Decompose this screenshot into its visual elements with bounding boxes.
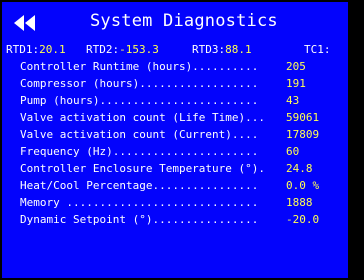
tc1-label: TC1: (304, 43, 331, 56)
list-item-memory: Memory ............................. 1888 (20, 194, 348, 211)
item-value: 60 (286, 145, 300, 158)
item-value: 59061 (286, 111, 320, 124)
rtd2-label: RTD2: (86, 43, 120, 56)
list-item-valve-count-lifetime: Valve activation count (Life Time)... 590… (20, 109, 348, 126)
list-item-frequency: Frequency (Hz)...................... 60 (20, 143, 348, 160)
item-value: 205 (286, 60, 306, 73)
item-label: Compressor (hours).................. (20, 77, 259, 90)
item-label: Valve activation count (Current).... (20, 128, 259, 141)
rtd3-value: 88.1 (225, 43, 252, 56)
list-item-valve-count-current: Valve activation count (Current).... 1780… (20, 126, 348, 143)
sensor-readout-row: RTD1:20.1 RTD2:-153.3 RTD3:88.1 TC1: (6, 43, 348, 57)
rtd1-label: RTD1: (6, 43, 40, 56)
list-item-compressor-hours: Compressor (hours).................. 191 (20, 75, 348, 92)
item-label: Memory ............................. (20, 196, 259, 209)
item-value: -20.0 (286, 213, 320, 226)
item-value: 1888 (286, 196, 313, 209)
item-label: Controller Runtime (hours).......... (20, 60, 259, 73)
list-item-controller-runtime: Controller Runtime (hours).......... 205 (20, 58, 348, 75)
list-item-pump-hours: Pump (hours)........................ 43 (20, 92, 348, 109)
rtd2-readout: RTD2:-153.3 (86, 43, 159, 57)
list-item-heat-cool-percentage: Heat/Cool Percentage................ 0.0 … (20, 177, 348, 194)
rtd1-value: 20.1 (39, 43, 66, 56)
tc1-readout: TC1: (304, 43, 331, 57)
header-bar: System Diagnostics (2, 2, 348, 42)
item-value: 0.0 % (286, 179, 320, 192)
back-button[interactable] (14, 15, 36, 31)
diagnostics-list: Controller Runtime (hours).......... 205 … (20, 58, 348, 228)
page-title: System Diagnostics (90, 11, 278, 31)
item-label: Dynamic Setpoint (°)................ (20, 213, 259, 226)
item-value: 191 (286, 77, 306, 90)
item-value: 17809 (286, 128, 320, 141)
item-label: Valve activation count (Life Time)... (20, 111, 266, 124)
diagnostics-screen: System Diagnostics RTD1:20.1 RTD2:-153.3… (2, 2, 348, 278)
list-item-enclosure-temperature: Controller Enclosure Temperature (°). 24.… (20, 160, 348, 177)
double-chevron-left-icon (14, 15, 35, 31)
item-label: Frequency (Hz)...................... (20, 145, 259, 158)
item-label: Pump (hours)........................ (20, 94, 259, 107)
item-label: Controller Enclosure Temperature (°). (20, 162, 266, 175)
rtd1-readout: RTD1:20.1 (6, 43, 66, 57)
item-label: Heat/Cool Percentage................ (20, 179, 259, 192)
rtd3-label: RTD3: (192, 43, 226, 56)
list-item-dynamic-setpoint: Dynamic Setpoint (°)................ -20.… (20, 211, 348, 228)
rtd2-value: -153.3 (119, 43, 159, 56)
item-value: 24.8 (286, 162, 313, 175)
item-value: 43 (286, 94, 300, 107)
rtd3-readout: RTD3:88.1 (192, 43, 252, 57)
